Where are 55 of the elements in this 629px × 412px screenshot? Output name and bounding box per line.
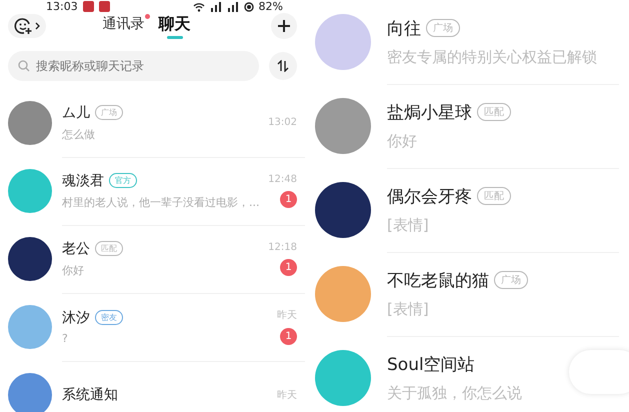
message-preview: 村里的老人说，他一辈子没看过电影，...: [62, 194, 260, 210]
contact-name: 沐汐: [62, 308, 90, 326]
tab[interactable]: 通讯录: [102, 14, 144, 38]
app-notification-icon: [98, 1, 110, 12]
tag-label: 广场: [426, 19, 460, 37]
mood-button[interactable]: [8, 14, 46, 38]
message-time: 13:02: [268, 117, 297, 128]
signal-icon: [226, 2, 239, 12]
contact-name: ム儿: [62, 104, 90, 122]
message-preview: ?: [62, 332, 69, 344]
app-notification-icon: [82, 1, 94, 12]
chevron-right-icon: [35, 22, 40, 30]
wifi-icon: [192, 2, 205, 12]
message-preview: 你好: [62, 262, 85, 278]
message-preview: 怎么做: [62, 126, 96, 142]
sort-button[interactable]: [269, 52, 297, 80]
message-preview: [表情]: [387, 216, 430, 234]
search-field[interactable]: 搜索昵称或聊天记录: [8, 51, 259, 81]
signal-icon: [210, 2, 222, 12]
contact-name: 不吃老鼠的猫: [387, 270, 489, 292]
tag-label: 官方: [109, 173, 137, 188]
smiley-plus-icon: [14, 17, 32, 35]
tag-label: 密友: [95, 310, 123, 325]
avatar[interactable]: [8, 237, 52, 281]
battery-icon: [244, 2, 254, 12]
battery-percentage: 82%: [258, 0, 283, 13]
clock-time: 13:03: [46, 0, 78, 13]
tag-label: 匹配: [477, 103, 511, 121]
message-preview: [表情]: [387, 300, 430, 318]
message-preview: 密友专属的特别关心权益已解锁: [387, 48, 598, 66]
message-preview: 关于孤独，你怎么说: [387, 384, 523, 402]
unread-badge: 1: [280, 258, 297, 276]
contact-name: 向往: [387, 18, 421, 40]
unread-badge: 1: [280, 328, 297, 345]
sort-arrows-icon: [277, 60, 289, 72]
tag-label: 广场: [95, 105, 123, 120]
message-time: 12:18: [268, 242, 297, 252]
tag-label: 广场: [494, 271, 528, 289]
contact-name: 系统通知: [62, 386, 118, 404]
unread-badge: 1: [280, 190, 297, 208]
plus-icon: [278, 20, 290, 32]
message-preview: 你好: [387, 132, 418, 150]
contact-name: Soul空间站: [387, 354, 475, 376]
contact-name: 偶尔会牙疼: [387, 186, 472, 208]
add-button[interactable]: [271, 13, 297, 39]
message-time: 昨天: [277, 309, 297, 322]
message-time: 12:48: [268, 174, 297, 184]
search-icon: [18, 60, 30, 72]
contact-name: 盐焗小星球: [387, 102, 472, 124]
contact-name: 老公: [62, 240, 90, 258]
contact-name: 魂淡君: [62, 172, 104, 190]
message-time: 昨天: [277, 388, 297, 402]
tag-label: 匹配: [95, 241, 123, 256]
tag-label: 匹配: [477, 187, 511, 205]
tab[interactable]: 聊天: [158, 14, 190, 38]
